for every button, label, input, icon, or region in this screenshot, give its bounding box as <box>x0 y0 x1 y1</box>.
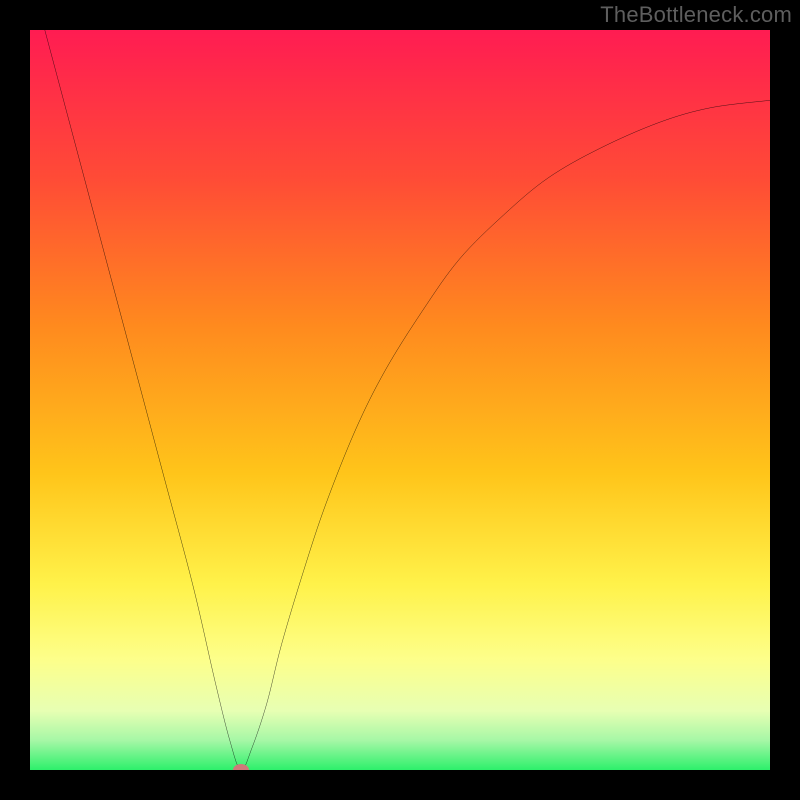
minimum-marker <box>233 764 249 770</box>
plot-area <box>30 30 770 770</box>
chart-frame: TheBottleneck.com <box>0 0 800 800</box>
curve-path <box>45 30 770 770</box>
watermark-text: TheBottleneck.com <box>600 2 792 28</box>
bottleneck-curve <box>30 30 770 770</box>
